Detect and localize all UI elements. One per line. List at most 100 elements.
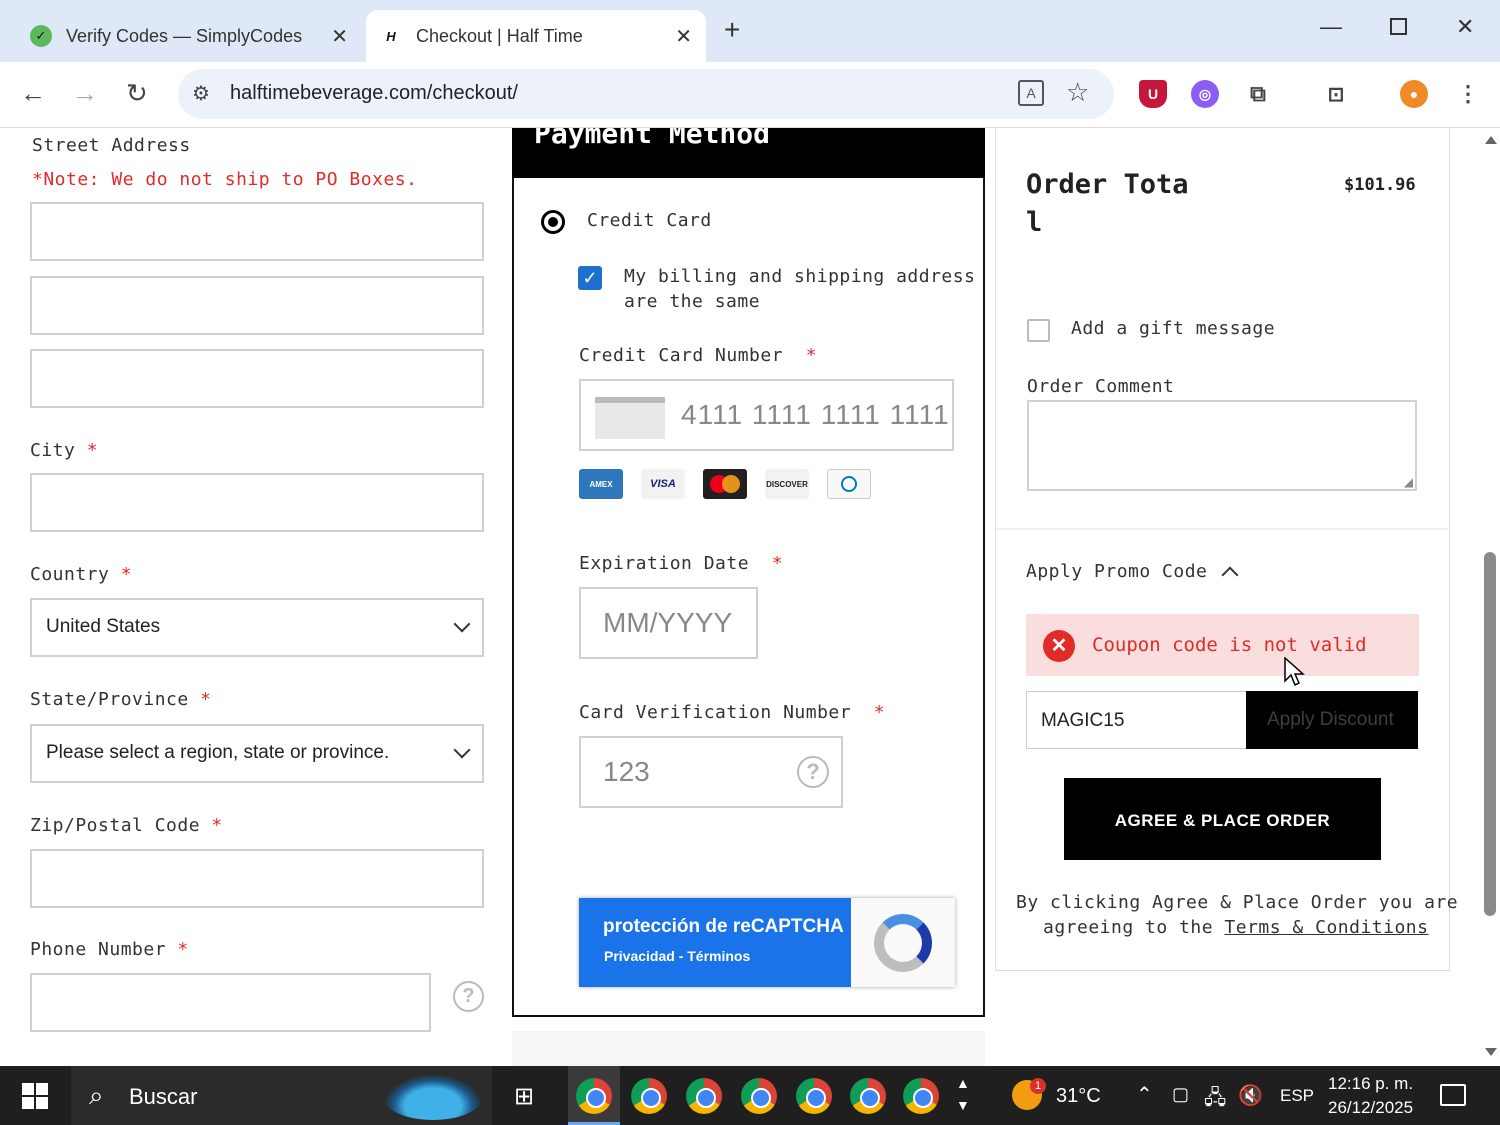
- extensions-puzzle-icon[interactable]: ⧉: [1244, 80, 1272, 108]
- resize-handle-icon[interactable]: ◢: [1404, 475, 1413, 489]
- taskbar-overflow-icon[interactable]: ▲ ▼: [956, 1072, 970, 1116]
- chrome-taskbar-icon[interactable]: [796, 1078, 832, 1114]
- simplycodes-extension-icon[interactable]: ◎: [1191, 80, 1219, 108]
- error-message: Coupon code is not valid: [1092, 634, 1367, 656]
- recaptcha-links[interactable]: Privacidad - Términos: [604, 948, 750, 964]
- new-tab-icon[interactable]: +: [724, 14, 740, 46]
- phone-input[interactable]: [30, 973, 431, 1032]
- state-select[interactable]: Please select a region, state or provinc…: [30, 724, 484, 783]
- cc-number-input[interactable]: 4111 1111 1111 1111: [579, 379, 954, 451]
- same-address-label: My billing and shipping address: [624, 266, 976, 287]
- generic-card-icon: [595, 397, 665, 439]
- phone-help-icon[interactable]: ?: [453, 981, 484, 1012]
- chrome-taskbar-icon[interactable]: [686, 1078, 722, 1114]
- radio-dot-icon: [548, 217, 558, 227]
- amex-logo-icon: AMEX: [579, 469, 623, 499]
- expiration-placeholder: MM/YYYY: [603, 607, 733, 638]
- tab-search-icon[interactable]: ⊡: [1322, 80, 1350, 108]
- page-scrollbar[interactable]: [1480, 128, 1500, 1066]
- tab-checkout[interactable]: H Checkout | Half Time ✕: [366, 10, 706, 62]
- close-window-icon[interactable]: ✕: [1456, 14, 1474, 40]
- ublock-extension-icon[interactable]: U: [1139, 80, 1167, 108]
- chrome-taskbar-icon[interactable]: [631, 1078, 667, 1114]
- apply-discount-button[interactable]: Apply Discount: [1246, 691, 1418, 749]
- clock-time: 12:16 p. m.: [1328, 1074, 1414, 1093]
- task-view-icon[interactable]: ⊞: [514, 1082, 534, 1111]
- clock[interactable]: 12:16 p. m. 26/12/2025: [1328, 1072, 1413, 1120]
- city-input[interactable]: [30, 473, 484, 532]
- terms-link[interactable]: Terms & Conditions: [1224, 917, 1428, 938]
- back-icon[interactable]: ←: [20, 78, 46, 109]
- weather-temp[interactable]: 31°C: [1056, 1085, 1101, 1108]
- search-highlight-image: [383, 1074, 483, 1120]
- windows-start-icon[interactable]: [22, 1083, 48, 1109]
- credit-card-label: Credit Card: [587, 210, 712, 231]
- terms-text-cont: agreeing to the Terms & Conditions: [1043, 917, 1428, 938]
- system-tray-chevron-icon[interactable]: ⌃: [1136, 1082, 1153, 1107]
- required-mark: *: [211, 815, 223, 836]
- volume-muted-icon[interactable]: 🔇: [1238, 1083, 1263, 1108]
- url-text[interactable]: halftimebeverage.com/checkout/: [230, 82, 518, 105]
- close-tab-icon[interactable]: ✕: [675, 24, 692, 49]
- meet-now-icon[interactable]: ▢: [1172, 1084, 1189, 1105]
- notifications-icon[interactable]: [1440, 1084, 1466, 1106]
- cc-number-placeholder: 4111 1111 1111 1111: [681, 399, 950, 430]
- taskbar-search-label: Buscar: [129, 1084, 198, 1109]
- city-label-text: City: [30, 440, 76, 461]
- country-label-text: Country: [30, 564, 110, 585]
- recaptcha-badge[interactable]: protección de reCAPTCHA Privacidad - Tér…: [579, 898, 955, 987]
- street-address-line-2[interactable]: [30, 276, 484, 335]
- scroll-down-arrow-icon[interactable]: [1485, 1048, 1497, 1056]
- address-bar[interactable]: ⚙ halftimebeverage.com/checkout/ A ☆: [178, 69, 1114, 119]
- cvv-input[interactable]: 123 ?: [579, 736, 843, 808]
- street-address-line-1[interactable]: [30, 202, 484, 261]
- start-tile-icon: [22, 1097, 34, 1109]
- chrome-taskbar-icon[interactable]: [576, 1078, 612, 1114]
- translate-icon[interactable]: A: [1018, 80, 1044, 106]
- close-tab-icon[interactable]: ✕: [331, 24, 348, 49]
- cvv-help-icon[interactable]: ?: [797, 756, 829, 788]
- cvv-label: Card Verification Number *: [579, 702, 885, 723]
- street-address-line-3[interactable]: [30, 349, 484, 408]
- same-address-checkbox[interactable]: ✓: [578, 266, 602, 290]
- bookmark-star-icon[interactable]: ☆: [1066, 77, 1089, 108]
- chrome-taskbar-icon[interactable]: [741, 1078, 777, 1114]
- zip-label-text: Zip/Postal Code: [30, 815, 201, 836]
- site-info-icon[interactable]: ⚙: [192, 81, 210, 106]
- menu-kebab-icon[interactable]: ⋮: [1454, 80, 1482, 108]
- place-order-button[interactable]: AGREE & PLACE ORDER: [1064, 778, 1381, 860]
- chevron-down-icon: [453, 741, 471, 759]
- restore-icon[interactable]: [1390, 18, 1407, 35]
- order-comment-textarea[interactable]: ◢: [1027, 400, 1417, 491]
- order-comment-label: Order Comment: [1027, 376, 1175, 397]
- gift-message-label: Add a gift message: [1071, 318, 1276, 339]
- expiration-input[interactable]: MM/YYYY: [579, 587, 758, 659]
- country-select[interactable]: United States: [30, 598, 484, 657]
- promo-code-input[interactable]: MAGIC15: [1026, 691, 1248, 749]
- network-icon[interactable]: 🖧: [1204, 1083, 1226, 1117]
- tab-strip: ✓ Verify Codes — SimplyCodes ✕ H Checkou…: [0, 0, 1500, 62]
- profile-avatar-icon[interactable]: ●: [1400, 80, 1428, 108]
- required-mark: *: [771, 553, 784, 574]
- diners-club-circle-icon: [841, 476, 857, 492]
- zip-input[interactable]: [30, 849, 484, 908]
- reload-icon[interactable]: ↻: [126, 78, 148, 109]
- chrome-taskbar-icon[interactable]: [850, 1078, 886, 1114]
- minimize-icon[interactable]: —: [1320, 14, 1342, 40]
- language-indicator[interactable]: ESP: [1280, 1086, 1314, 1106]
- chrome-taskbar-icon[interactable]: [903, 1078, 939, 1114]
- taskbar-search-box[interactable]: ⌕ Buscar: [71, 1066, 492, 1125]
- scrollbar-thumb[interactable]: [1484, 552, 1496, 916]
- payment-method-heading: Payment Method: [512, 128, 985, 178]
- scroll-up-arrow-icon[interactable]: [1485, 136, 1497, 144]
- state-label: State/Province *: [30, 689, 211, 710]
- promo-code-toggle[interactable]: Apply Promo Code: [1026, 561, 1207, 582]
- credit-card-radio[interactable]: [541, 210, 565, 234]
- gift-message-checkbox[interactable]: [1027, 319, 1050, 342]
- forward-icon[interactable]: →: [72, 78, 98, 109]
- tab-title: Checkout | Half Time: [416, 25, 583, 46]
- tab-simplycodes[interactable]: ✓ Verify Codes — SimplyCodes ✕: [22, 10, 362, 62]
- promo-code-value: MAGIC15: [1041, 710, 1125, 731]
- next-section-panel: [512, 1031, 985, 1066]
- order-total-value: $101.96: [1344, 175, 1416, 195]
